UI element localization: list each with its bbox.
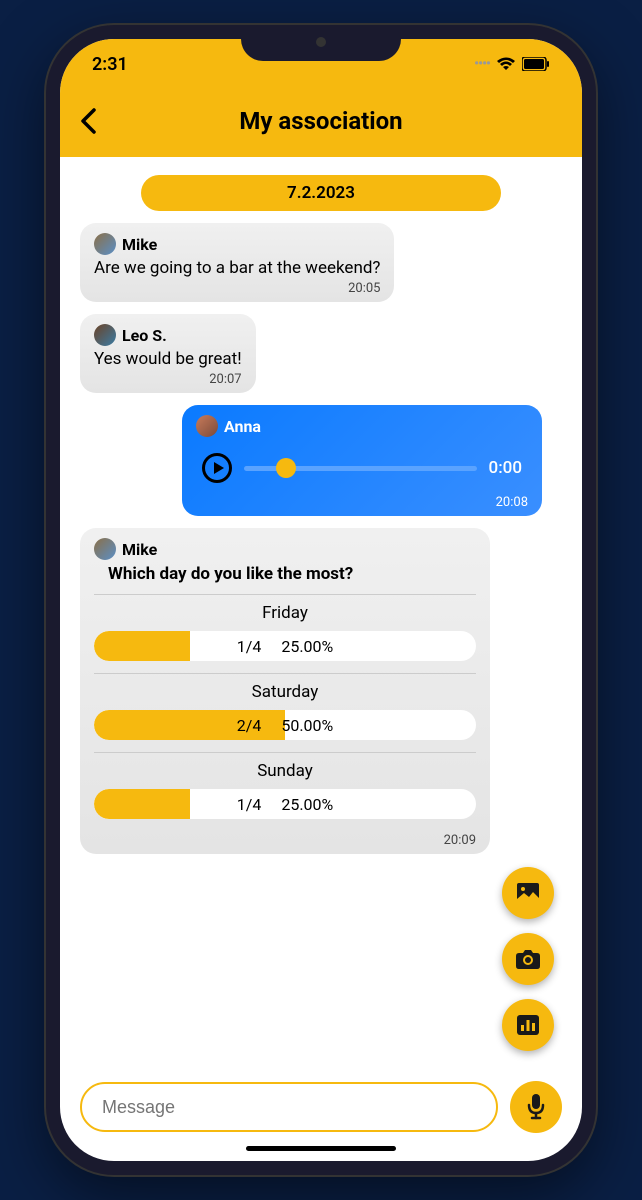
poll-count: 1/4	[237, 795, 262, 814]
notch	[241, 25, 401, 61]
poll-option-label: Friday	[94, 603, 476, 623]
sender-name: Leo S.	[122, 326, 167, 345]
home-indicator[interactable]	[246, 1146, 396, 1151]
audio-track[interactable]	[244, 466, 477, 471]
poll-percent: 25.00%	[281, 637, 333, 656]
mic-icon	[527, 1094, 545, 1120]
action-buttons-column	[502, 867, 554, 1051]
phone-frame: 2:31 •••• My association 7.2.2023 Mike A…	[46, 25, 596, 1175]
page-title: My association	[110, 107, 532, 135]
poll-count: 2/4	[237, 716, 262, 735]
mic-button[interactable]	[510, 1081, 562, 1133]
message-input[interactable]	[80, 1082, 498, 1132]
avatar	[94, 538, 116, 560]
avatar	[196, 415, 218, 437]
date-separator: 7.2.2023	[141, 175, 501, 211]
image-icon	[517, 883, 539, 903]
poll-button[interactable]	[502, 999, 554, 1051]
cellular-icon: ••••	[474, 56, 490, 72]
poll-count: 1/4	[237, 637, 262, 656]
audio-duration: 0:00	[489, 458, 522, 478]
sender-name: Mike	[122, 235, 157, 254]
message-time: 20:07	[94, 372, 242, 387]
message-bubble[interactable]: Leo S. Yes would be great! 20:07	[80, 314, 256, 393]
audio-thumb[interactable]	[276, 458, 296, 478]
message-text: Are we going to a bar at the weekend?	[94, 257, 380, 279]
camera-icon	[516, 949, 540, 969]
poll-bar: 1/4 25.00%	[94, 631, 476, 661]
camera-button[interactable]	[502, 933, 554, 985]
voice-message-bubble[interactable]: Anna 0:00 20:08	[182, 405, 542, 516]
back-button[interactable]	[80, 108, 110, 134]
message-text: Yes would be great!	[94, 348, 242, 370]
avatar	[94, 233, 116, 255]
avatar	[94, 324, 116, 346]
message-time: 20:08	[196, 495, 528, 510]
poll-bar: 2/4 50.00%	[94, 710, 476, 740]
status-right: ••••	[474, 56, 550, 72]
poll-percent: 25.00%	[281, 795, 333, 814]
status-time: 2:31	[92, 54, 128, 75]
sender-name: Anna	[224, 417, 261, 436]
poll-question: Which day do you like the most?	[108, 564, 476, 584]
poll-option[interactable]: Friday 1/4 25.00%	[94, 594, 476, 673]
chart-icon	[517, 1015, 539, 1035]
image-button[interactable]	[502, 867, 554, 919]
message-bubble[interactable]: Mike Are we going to a bar at the weeken…	[80, 223, 394, 302]
sender-name: Mike	[122, 540, 157, 559]
poll-fill	[94, 631, 190, 661]
poll-option-label: Saturday	[94, 682, 476, 702]
wifi-icon	[496, 57, 516, 72]
poll-option-label: Sunday	[94, 761, 476, 781]
battery-icon	[522, 57, 550, 71]
screen: 2:31 •••• My association 7.2.2023 Mike A…	[60, 39, 582, 1161]
message-time: 20:09	[94, 833, 476, 848]
poll-percent: 50.00%	[281, 716, 333, 735]
poll-option[interactable]: Sunday 1/4 25.00%	[94, 752, 476, 831]
message-time: 20:05	[94, 281, 380, 296]
poll-option[interactable]: Saturday 2/4 50.00%	[94, 673, 476, 752]
poll-fill	[94, 789, 190, 819]
poll-bubble[interactable]: Mike Which day do you like the most? Fri…	[80, 528, 490, 854]
play-button[interactable]	[202, 453, 232, 483]
poll-bar: 1/4 25.00%	[94, 789, 476, 819]
header: My association	[60, 89, 582, 157]
